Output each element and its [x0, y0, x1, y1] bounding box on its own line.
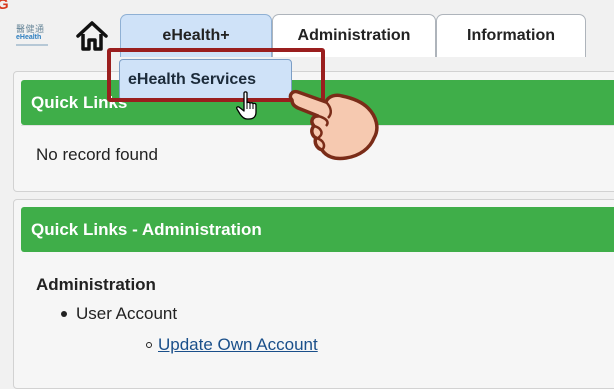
pointer-cursor-icon [236, 91, 257, 120]
circle-bullet-icon [146, 342, 152, 348]
home-icon [76, 21, 108, 51]
empty-message: No record found [36, 145, 158, 164]
tab-information[interactable]: Information [436, 14, 586, 57]
quick-links-administration-heading: Quick Links - Administration [21, 207, 614, 252]
ehealth-logo: 醫健通 eHealth [12, 19, 60, 51]
home-button[interactable] [74, 18, 110, 54]
bullet-icon [61, 311, 67, 317]
logo-underline [16, 44, 48, 46]
section-title: Administration [36, 275, 156, 294]
logo-english-text: eHealth [16, 34, 42, 41]
quick-links-administration-panel: Quick Links - Administration Administrat… [13, 199, 614, 389]
update-own-account-link[interactable]: Update Own Account [158, 335, 318, 355]
pointing-hand-icon [288, 89, 379, 161]
list-item-user-account: User Account [76, 304, 178, 323]
